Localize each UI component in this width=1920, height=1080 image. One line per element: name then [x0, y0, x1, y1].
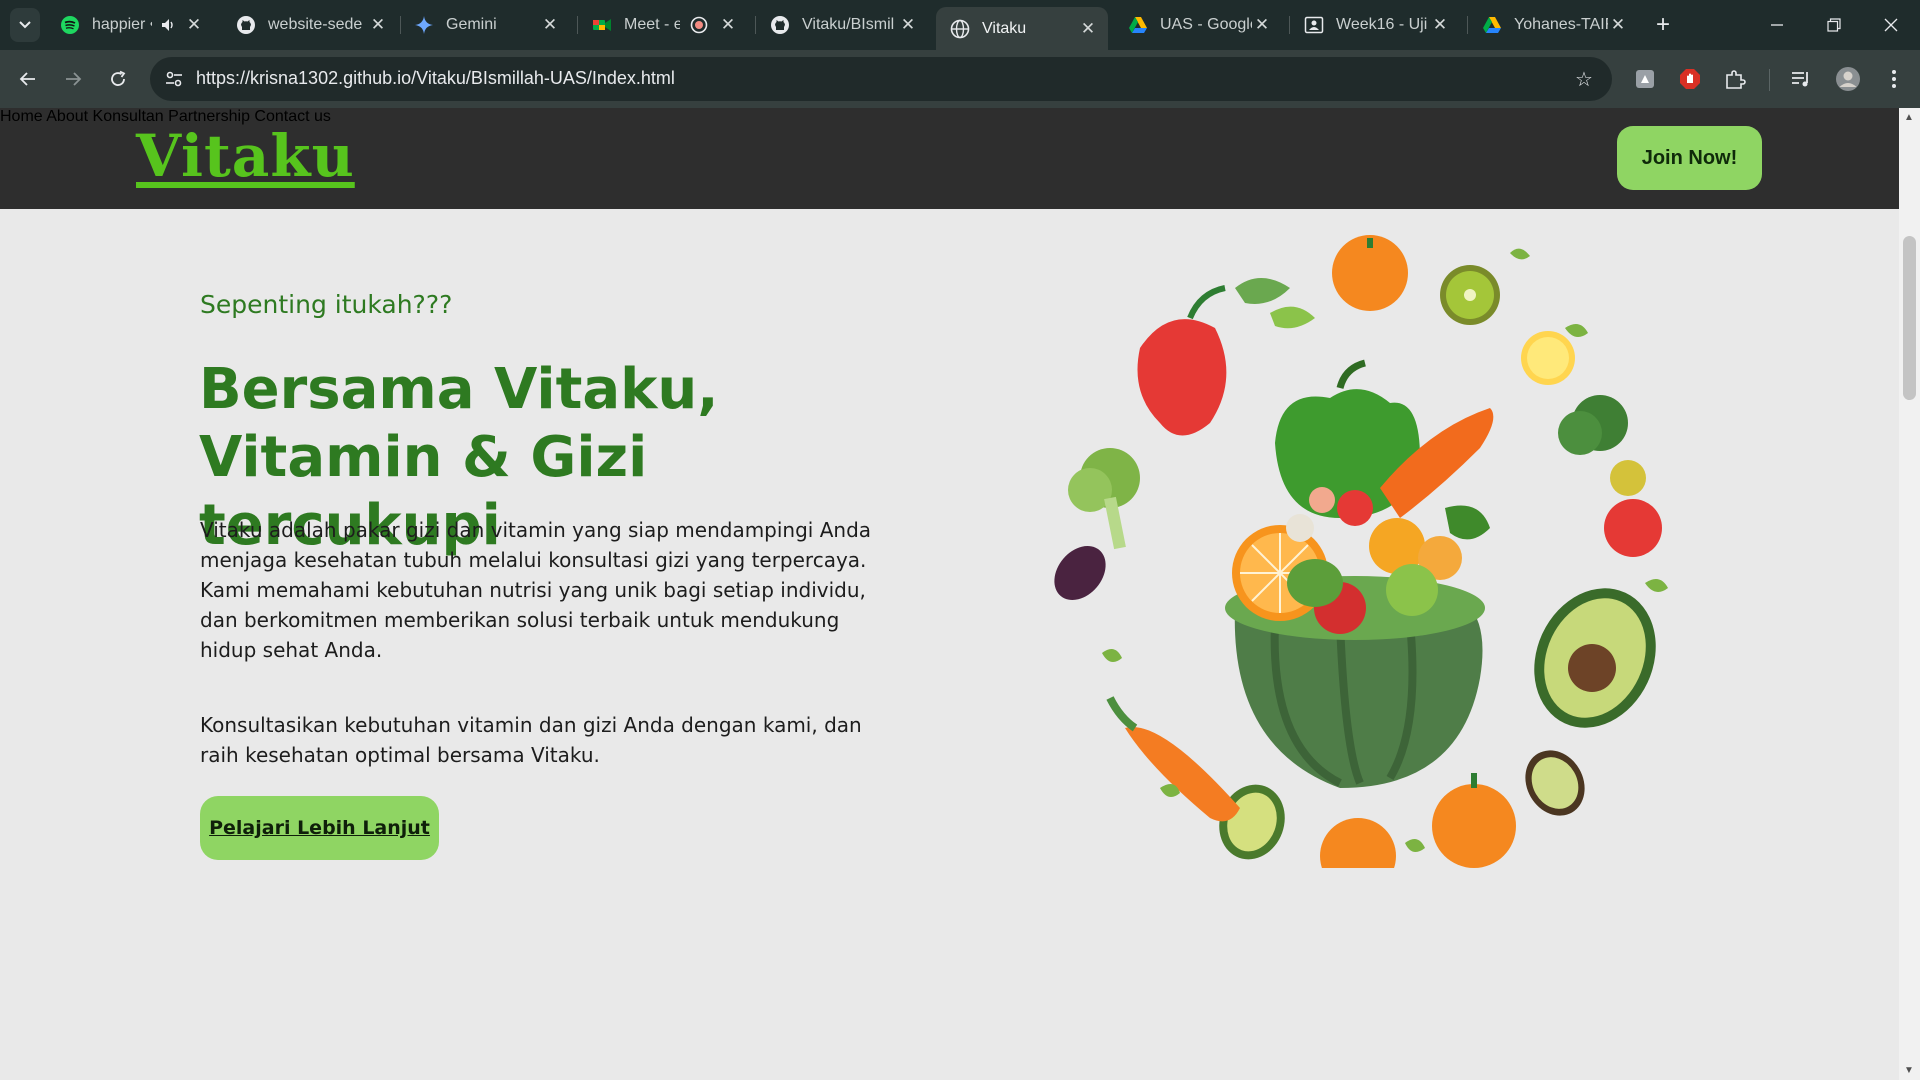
close-icon[interactable]: ✕ [1252, 15, 1272, 35]
hero-paragraph-cta: Konsultasikan kebutuhan vitamin dan gizi… [200, 713, 862, 767]
profile-avatar[interactable] [1835, 66, 1861, 92]
speaker-icon[interactable] [160, 17, 176, 33]
tab-search-button[interactable] [10, 8, 40, 42]
close-icon[interactable]: ✕ [1430, 15, 1450, 35]
scroll-down-arrow-icon[interactable]: ▼ [1904, 1065, 1914, 1076]
window-close-button[interactable] [1876, 10, 1906, 40]
bookmark-star-icon[interactable]: ☆ [1572, 67, 1596, 91]
globe-icon [950, 19, 970, 39]
classroom-icon [1304, 15, 1324, 35]
tab-vitaku-active[interactable]: Vitaku ✕ [936, 7, 1108, 50]
extension-1-icon[interactable] [1632, 66, 1658, 92]
tab-title: happier • [92, 16, 152, 33]
adblock-extension-icon[interactable] [1677, 66, 1703, 92]
url-text[interactable]: https://krisna1302.github.io/Vitaku/BIsm… [196, 68, 675, 89]
address-bar[interactable]: https://krisna1302.github.io/Vitaku/BIsm… [150, 57, 1612, 101]
tab-title: Yohanes-TAIF [1514, 16, 1608, 33]
browser-tab-strip: happier • ✕ website-sede ✕ Gemini ✕ Meet… [0, 0, 1920, 50]
close-icon[interactable]: ✕ [184, 15, 204, 35]
tab-yohanes-drive[interactable]: Yohanes-TAIF ✕ [1468, 7, 1638, 43]
tab-title: Vitaku/BIsmil [802, 16, 895, 33]
tab-title: Week16 - Uji [1336, 16, 1428, 33]
browser-toolbar: https://krisna1302.github.io/Vitaku/BIsm… [0, 50, 1920, 108]
site-settings-icon[interactable] [162, 67, 186, 91]
toolbar-separator [1769, 69, 1770, 91]
minimize-icon [1771, 24, 1783, 26]
site-header: Vitaku Home About Konsultan Partnership … [0, 108, 1899, 209]
tab-gemini[interactable]: Gemini ✕ [400, 7, 570, 43]
reload-icon [111, 70, 126, 86]
tab-uas-drive[interactable]: UAS - Google ✕ [1114, 7, 1282, 43]
new-tab-button[interactable]: + [1650, 11, 1676, 38]
arrow-right-icon [66, 72, 82, 86]
browser-menu-icon[interactable] [1881, 66, 1907, 92]
page-scrollbar[interactable]: ▲ ▼ [1899, 108, 1920, 1080]
tab-github-website[interactable]: website-sede ✕ [222, 7, 398, 43]
close-icon[interactable]: ✕ [718, 15, 738, 35]
close-icon[interactable]: ✕ [1608, 15, 1628, 35]
extensions-puzzle-icon[interactable] [1722, 66, 1748, 92]
spotify-icon [60, 15, 80, 35]
drive-icon [1128, 15, 1148, 35]
github-icon [770, 15, 790, 35]
tab-week16[interactable]: Week16 - Uji ✕ [1290, 7, 1460, 43]
restore-icon [1827, 18, 1841, 32]
record-icon [690, 16, 708, 34]
media-controls-icon[interactable] [1788, 66, 1814, 92]
tab-github-vitaku[interactable]: Vitaku/BIsmil ✕ [756, 7, 928, 43]
hero-paragraph-intro: Vitaku adalah pakar gizi dan vitamin yan… [200, 518, 872, 662]
close-icon[interactable]: ✕ [898, 15, 918, 35]
meet-icon [592, 15, 612, 35]
close-icon[interactable]: ✕ [540, 15, 560, 35]
nav-home[interactable]: Home [0, 108, 43, 125]
restore-button[interactable] [1819, 10, 1849, 40]
reload-button[interactable] [103, 64, 133, 94]
close-icon [1884, 18, 1898, 32]
nav-about[interactable]: About [46, 108, 88, 125]
back-button[interactable] [13, 64, 43, 94]
site-logo[interactable]: Vitaku [136, 122, 355, 190]
tab-spotify[interactable]: happier • ✕ [46, 7, 214, 43]
drive-icon [1482, 15, 1502, 35]
tab-title: Vitaku [982, 19, 1027, 37]
join-now-button[interactable]: Join Now! [1617, 126, 1762, 190]
section-kicker: Sepenting itukah??? [200, 290, 453, 319]
tab-title: UAS - Google [1160, 16, 1252, 33]
tab-title: Gemini [446, 16, 497, 33]
gemini-icon [414, 15, 434, 35]
minimize-button[interactable] [1762, 10, 1792, 40]
forward-button[interactable] [58, 64, 88, 94]
close-icon[interactable]: ✕ [1078, 19, 1098, 39]
scrollbar-thumb[interactable] [1903, 236, 1916, 400]
github-icon [236, 15, 256, 35]
tab-meet[interactable]: Meet - ex ✕ [578, 7, 748, 43]
learn-more-button[interactable]: Pelajari Lebih Lanjut [200, 796, 439, 860]
chevron-down-icon [19, 21, 31, 29]
vegetable-illustration [1054, 235, 1668, 868]
tab-title: Meet - ex [624, 16, 680, 33]
arrow-left-icon [19, 72, 35, 86]
close-icon[interactable]: ✕ [368, 15, 388, 35]
tab-title: website-sede [268, 16, 363, 33]
web-page: Vitaku Home About Konsultan Partnership … [0, 108, 1899, 1080]
scroll-up-arrow-icon[interactable]: ▲ [1904, 112, 1914, 123]
